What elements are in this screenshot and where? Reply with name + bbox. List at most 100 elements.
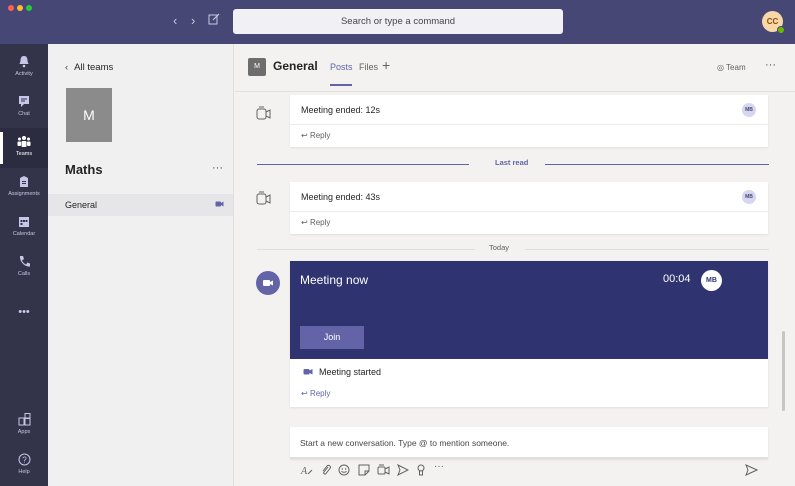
- feed-scrollbar[interactable]: [782, 331, 785, 411]
- user-avatar[interactable]: MB: [742, 103, 756, 117]
- rail-item-calls[interactable]: Calls: [0, 248, 48, 288]
- search-input[interactable]: Search or type a command: [233, 9, 563, 34]
- compose-toolbar: A ···: [290, 461, 768, 481]
- format-icon[interactable]: A: [300, 464, 313, 477]
- meeting-started-row: Meeting started: [290, 359, 768, 385]
- forward-arrow-icon[interactable]: ›: [191, 13, 195, 28]
- today-label: Today: [489, 243, 510, 252]
- rail-label: Help: [18, 469, 30, 475]
- bell-icon: [19, 56, 29, 68]
- back-arrow-icon[interactable]: ‹: [173, 13, 177, 28]
- chevron-left-icon: ‹: [65, 62, 69, 73]
- rail-item-apps[interactable]: Apps: [0, 406, 48, 446]
- message-title: Meeting ended: 43s: [301, 192, 381, 202]
- assignments-icon: [20, 176, 28, 187]
- rail-item-teams[interactable]: Teams: [0, 128, 48, 168]
- app-rail: Activity Chat Teams Assignments Calendar…: [0, 44, 48, 486]
- compose-box[interactable]: Start a new conversation. Type @ to ment…: [290, 427, 768, 459]
- add-tab-button[interactable]: +: [382, 57, 390, 73]
- team-more-button[interactable]: ···: [212, 162, 223, 174]
- rail-item-assignments[interactable]: Assignments: [0, 168, 48, 208]
- last-read-label: Last read: [495, 158, 529, 167]
- rail-item-calendar[interactable]: Calendar: [0, 208, 48, 248]
- reply-arrow-icon: ↩: [301, 131, 310, 140]
- emoji-icon[interactable]: [338, 464, 350, 476]
- minimize-window-button[interactable]: [17, 5, 23, 11]
- avatar-initials: CC: [766, 17, 779, 26]
- send-to-icon[interactable]: [397, 464, 409, 476]
- message-title: Meeting ended: 12s: [301, 105, 381, 115]
- channel-header: M General Posts Files + ◎ Team ···: [235, 44, 795, 92]
- meeting-camera-icon: [256, 191, 271, 205]
- user-avatar[interactable]: MB: [742, 190, 756, 204]
- meeting-card: Meeting now 00:04 MB Join Meeting starte…: [290, 261, 768, 407]
- meeting-banner: Meeting now 00:04 MB Join: [290, 261, 768, 359]
- message-card: Meeting ended: 43s MB ↩ Reply: [290, 182, 768, 234]
- svg-text:A: A: [300, 466, 308, 477]
- attach-icon[interactable]: [320, 464, 332, 477]
- user-avatar[interactable]: MB: [701, 270, 722, 291]
- compose-placeholder: Start a new conversation. Type @ to ment…: [300, 438, 510, 448]
- meeting-camera-icon: [256, 106, 271, 120]
- reply-button[interactable]: ↩ Reply: [290, 385, 768, 407]
- conversation-feed: Meeting ended: 12s MB ↩ Reply Last read …: [235, 93, 795, 486]
- team-button[interactable]: ◎ Team: [717, 63, 746, 72]
- team-avatar: M: [66, 88, 112, 142]
- message-card: Meeting ended: 12s MB ↩ Reply: [290, 95, 768, 147]
- all-teams-label: All teams: [74, 62, 114, 73]
- user-avatar[interactable]: CC: [762, 11, 785, 34]
- all-teams-link[interactable]: ‹ All teams: [65, 62, 113, 73]
- last-read-divider: Last read: [257, 158, 769, 170]
- sticker-icon[interactable]: [358, 464, 370, 476]
- more-options-button[interactable]: ···: [434, 461, 444, 472]
- new-chat-icon[interactable]: [208, 13, 220, 25]
- meeting-camera-icon: [303, 369, 313, 375]
- channel-name: General: [65, 200, 98, 210]
- reply-arrow-icon: ↩: [301, 389, 310, 398]
- reply-label: Reply: [309, 131, 331, 140]
- chat-icon: [19, 96, 29, 107]
- help-icon: ?: [18, 453, 30, 466]
- meet-now-icon[interactable]: [377, 464, 390, 476]
- active-tab-indicator: [330, 84, 352, 86]
- rail-item-chat[interactable]: Chat: [0, 88, 48, 128]
- teams-icon: [17, 136, 31, 147]
- meeting-timer: 00:04: [663, 273, 691, 285]
- join-button[interactable]: Join: [300, 326, 364, 349]
- rail-label: Calls: [17, 271, 31, 277]
- tab-posts[interactable]: Posts: [330, 62, 353, 72]
- meeting-started-label: Meeting started: [319, 367, 382, 377]
- praise-icon[interactable]: [416, 464, 426, 476]
- svg-text:?: ?: [22, 456, 27, 465]
- close-window-button[interactable]: [8, 5, 14, 11]
- zoom-window-button[interactable]: [26, 5, 32, 11]
- meeting-title: Meeting now: [300, 273, 369, 287]
- rail-more-button[interactable]: •••: [0, 306, 48, 330]
- team-name: Maths: [65, 162, 103, 177]
- meeting-camera-icon: [215, 201, 224, 207]
- send-icon[interactable]: [745, 464, 758, 476]
- header-team-tile: M: [248, 58, 266, 76]
- reply-label: Reply: [309, 389, 331, 398]
- rail-label: Calendar: [12, 231, 36, 237]
- reply-button[interactable]: ↩ Reply: [290, 212, 768, 234]
- reply-arrow-icon: ↩: [301, 218, 310, 227]
- reply-label: Reply: [309, 218, 331, 227]
- teams-panel: ‹ All teams M Maths ··· General: [48, 44, 234, 486]
- rail-item-activity[interactable]: Activity: [0, 48, 48, 88]
- rail-item-help[interactable]: ? Help: [0, 446, 48, 486]
- phone-icon: [19, 256, 30, 267]
- rail-label: Apps: [17, 429, 31, 435]
- header-more-button[interactable]: ···: [765, 59, 776, 71]
- channel-item-general[interactable]: General: [48, 194, 233, 216]
- reply-button[interactable]: ↩ Reply: [290, 125, 768, 147]
- today-divider: Today: [257, 243, 769, 255]
- page-title: General: [273, 59, 318, 73]
- apps-icon: [18, 413, 30, 426]
- meeting-avatar: [256, 271, 280, 295]
- title-bar: ‹ › Search or type a command CC: [0, 0, 795, 44]
- tab-files[interactable]: Files: [359, 62, 378, 72]
- rail-label: Chat: [18, 111, 30, 117]
- calendar-icon: [19, 217, 29, 227]
- rail-label: Activity: [15, 71, 33, 77]
